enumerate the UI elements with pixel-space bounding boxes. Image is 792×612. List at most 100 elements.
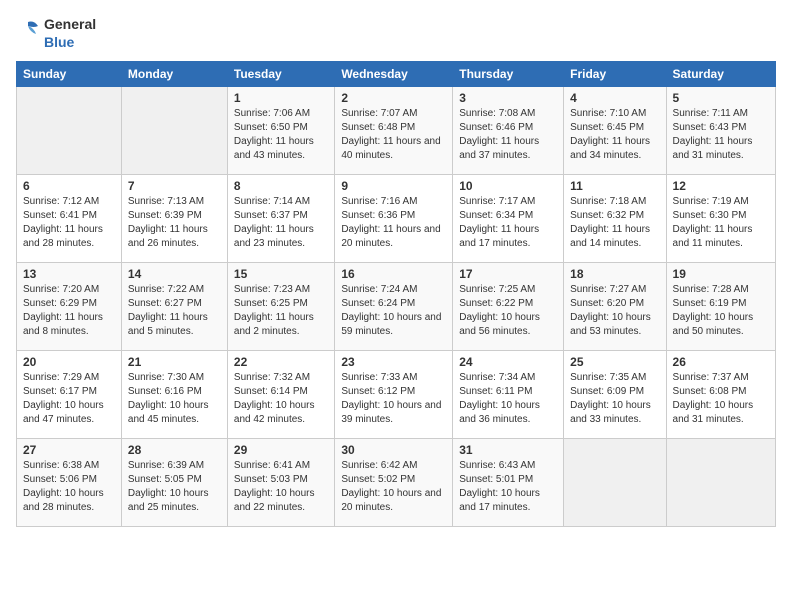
day-number: 30 [341,443,446,457]
col-header-thursday: Thursday [453,62,564,87]
day-number: 3 [459,91,557,105]
day-info: Sunrise: 7:20 AMSunset: 6:29 PMDaylight:… [23,283,115,339]
week-row-1: 1 Sunrise: 7:06 AMSunset: 6:50 PMDaylight… [17,87,776,175]
week-row-3: 13Sunrise: 7:20 AMSunset: 6:29 PMDayligh… [17,263,776,351]
day-info: Sunrise: 7:24 AMSunset: 6:24 PMDaylight:… [341,283,446,339]
day-info: Sunrise: 7:27 AMSunset: 6:20 PMDaylight:… [570,283,659,339]
calendar-cell: 11 Sunrise: 7:18 AMSunset: 6:32 PMDayligh… [564,175,666,263]
calendar-cell: 20 Sunrise: 7:29 AMSunset: 6:17 PMDayligh… [17,351,122,439]
week-row-4: 20 Sunrise: 7:29 AMSunset: 6:17 PMDayligh… [17,351,776,439]
day-number: 5 [673,91,769,105]
day-info: Sunrise: 7:18 AMSunset: 6:32 PMDaylight:… [570,195,659,251]
day-number: 18 [570,267,659,281]
calendar-cell [121,87,227,175]
day-info: Sunrise: 7:33 AMSunset: 6:12 PMDaylight:… [341,371,446,427]
day-info: Sunrise: 7:07 AMSunset: 6:48 PMDaylight:… [341,107,446,163]
day-number: 16 [341,267,446,281]
day-number: 14 [128,267,221,281]
logo: General Blue [16,16,96,51]
day-number: 26 [673,355,769,369]
col-header-saturday: Saturday [666,62,775,87]
calendar-cell: 21 Sunrise: 7:30 AMSunset: 6:16 PMDayligh… [121,351,227,439]
calendar-cell: 5 Sunrise: 7:11 AMSunset: 6:43 PMDaylight… [666,87,775,175]
calendar-cell: 1 Sunrise: 7:06 AMSunset: 6:50 PMDaylight… [227,87,334,175]
day-number: 21 [128,355,221,369]
day-info: Sunrise: 6:43 AMSunset: 5:01 PMDaylight:… [459,459,557,515]
day-number: 24 [459,355,557,369]
day-info: Sunrise: 7:16 AMSunset: 6:36 PMDaylight:… [341,195,446,251]
col-header-tuesday: Tuesday [227,62,334,87]
day-info: Sunrise: 7:29 AMSunset: 6:17 PMDaylight:… [23,371,115,427]
calendar-cell: 3 Sunrise: 7:08 AMSunset: 6:46 PMDaylight… [453,87,564,175]
col-header-monday: Monday [121,62,227,87]
day-number: 17 [459,267,557,281]
day-info: Sunrise: 7:19 AMSunset: 6:30 PMDaylight:… [673,195,769,251]
day-number: 1 [234,91,328,105]
day-number: 22 [234,355,328,369]
day-info: Sunrise: 7:13 AMSunset: 6:39 PMDaylight:… [128,195,221,251]
week-row-5: 27 Sunrise: 6:38 AMSunset: 5:06 PMDayligh… [17,439,776,527]
day-number: 20 [23,355,115,369]
header: General Blue [16,16,776,51]
day-number: 19 [673,267,769,281]
day-info: Sunrise: 7:08 AMSunset: 6:46 PMDaylight:… [459,107,557,163]
day-number: 6 [23,179,115,193]
day-info: Sunrise: 7:37 AMSunset: 6:08 PMDaylight:… [673,371,769,427]
col-header-wednesday: Wednesday [335,62,453,87]
day-number: 31 [459,443,557,457]
calendar-cell: 12Sunrise: 7:19 AMSunset: 6:30 PMDayligh… [666,175,775,263]
day-number: 27 [23,443,115,457]
logo-general-text: General [44,16,96,32]
day-info: Sunrise: 6:39 AMSunset: 5:05 PMDaylight:… [128,459,221,515]
calendar-cell: 9Sunrise: 7:16 AMSunset: 6:36 PMDaylight… [335,175,453,263]
logo-bird-icon [16,18,40,50]
day-info: Sunrise: 7:06 AMSunset: 6:50 PMDaylight:… [234,107,328,163]
calendar-cell: 19 Sunrise: 7:28 AMSunset: 6:19 PMDayligh… [666,263,775,351]
day-info: Sunrise: 6:38 AMSunset: 5:06 PMDaylight:… [23,459,115,515]
calendar-cell: 26 Sunrise: 7:37 AMSunset: 6:08 PMDayligh… [666,351,775,439]
day-number: 7 [128,179,221,193]
calendar-cell: 14 Sunrise: 7:22 AMSunset: 6:27 PMDayligh… [121,263,227,351]
calendar-cell [666,439,775,527]
day-info: Sunrise: 7:14 AMSunset: 6:37 PMDaylight:… [234,195,328,251]
calendar-cell: 27 Sunrise: 6:38 AMSunset: 5:06 PMDayligh… [17,439,122,527]
day-number: 23 [341,355,446,369]
day-info: Sunrise: 7:34 AMSunset: 6:11 PMDaylight:… [459,371,557,427]
calendar-cell: 2 Sunrise: 7:07 AMSunset: 6:48 PMDaylight… [335,87,453,175]
calendar-cell: 24 Sunrise: 7:34 AMSunset: 6:11 PMDayligh… [453,351,564,439]
calendar-cell: 6 Sunrise: 7:12 AMSunset: 6:41 PMDaylight… [17,175,122,263]
day-number: 8 [234,179,328,193]
week-row-2: 6 Sunrise: 7:12 AMSunset: 6:41 PMDaylight… [17,175,776,263]
day-info: Sunrise: 7:35 AMSunset: 6:09 PMDaylight:… [570,371,659,427]
day-number: 28 [128,443,221,457]
day-number: 2 [341,91,446,105]
calendar-cell: 17 Sunrise: 7:25 AMSunset: 6:22 PMDayligh… [453,263,564,351]
calendar-cell: 15Sunrise: 7:23 AMSunset: 6:25 PMDayligh… [227,263,334,351]
calendar-cell [17,87,122,175]
day-number: 11 [570,179,659,193]
calendar-cell: 22 Sunrise: 7:32 AMSunset: 6:14 PMDayligh… [227,351,334,439]
day-number: 4 [570,91,659,105]
calendar-cell: 8 Sunrise: 7:14 AMSunset: 6:37 PMDaylight… [227,175,334,263]
calendar-cell: 23 Sunrise: 7:33 AMSunset: 6:12 PMDayligh… [335,351,453,439]
day-info: Sunrise: 7:25 AMSunset: 6:22 PMDaylight:… [459,283,557,339]
day-number: 15 [234,267,328,281]
calendar-table: SundayMondayTuesdayWednesdayThursdayFrid… [16,61,776,527]
calendar-cell: 13Sunrise: 7:20 AMSunset: 6:29 PMDayligh… [17,263,122,351]
calendar-cell [564,439,666,527]
day-info: Sunrise: 7:30 AMSunset: 6:16 PMDaylight:… [128,371,221,427]
day-info: Sunrise: 6:42 AMSunset: 5:02 PMDaylight:… [341,459,446,515]
calendar-header-row: SundayMondayTuesdayWednesdayThursdayFrid… [17,62,776,87]
day-info: Sunrise: 7:10 AMSunset: 6:45 PMDaylight:… [570,107,659,163]
day-info: Sunrise: 7:22 AMSunset: 6:27 PMDaylight:… [128,283,221,339]
col-header-friday: Friday [564,62,666,87]
day-number: 29 [234,443,328,457]
day-info: Sunrise: 7:12 AMSunset: 6:41 PMDaylight:… [23,195,115,251]
calendar-cell: 31 Sunrise: 6:43 AMSunset: 5:01 PMDayligh… [453,439,564,527]
day-info: Sunrise: 7:11 AMSunset: 6:43 PMDaylight:… [673,107,769,163]
day-info: Sunrise: 7:28 AMSunset: 6:19 PMDaylight:… [673,283,769,339]
calendar-cell: 10Sunrise: 7:17 AMSunset: 6:34 PMDayligh… [453,175,564,263]
day-number: 25 [570,355,659,369]
day-info: Sunrise: 7:32 AMSunset: 6:14 PMDaylight:… [234,371,328,427]
calendar-cell: 28 Sunrise: 6:39 AMSunset: 5:05 PMDayligh… [121,439,227,527]
